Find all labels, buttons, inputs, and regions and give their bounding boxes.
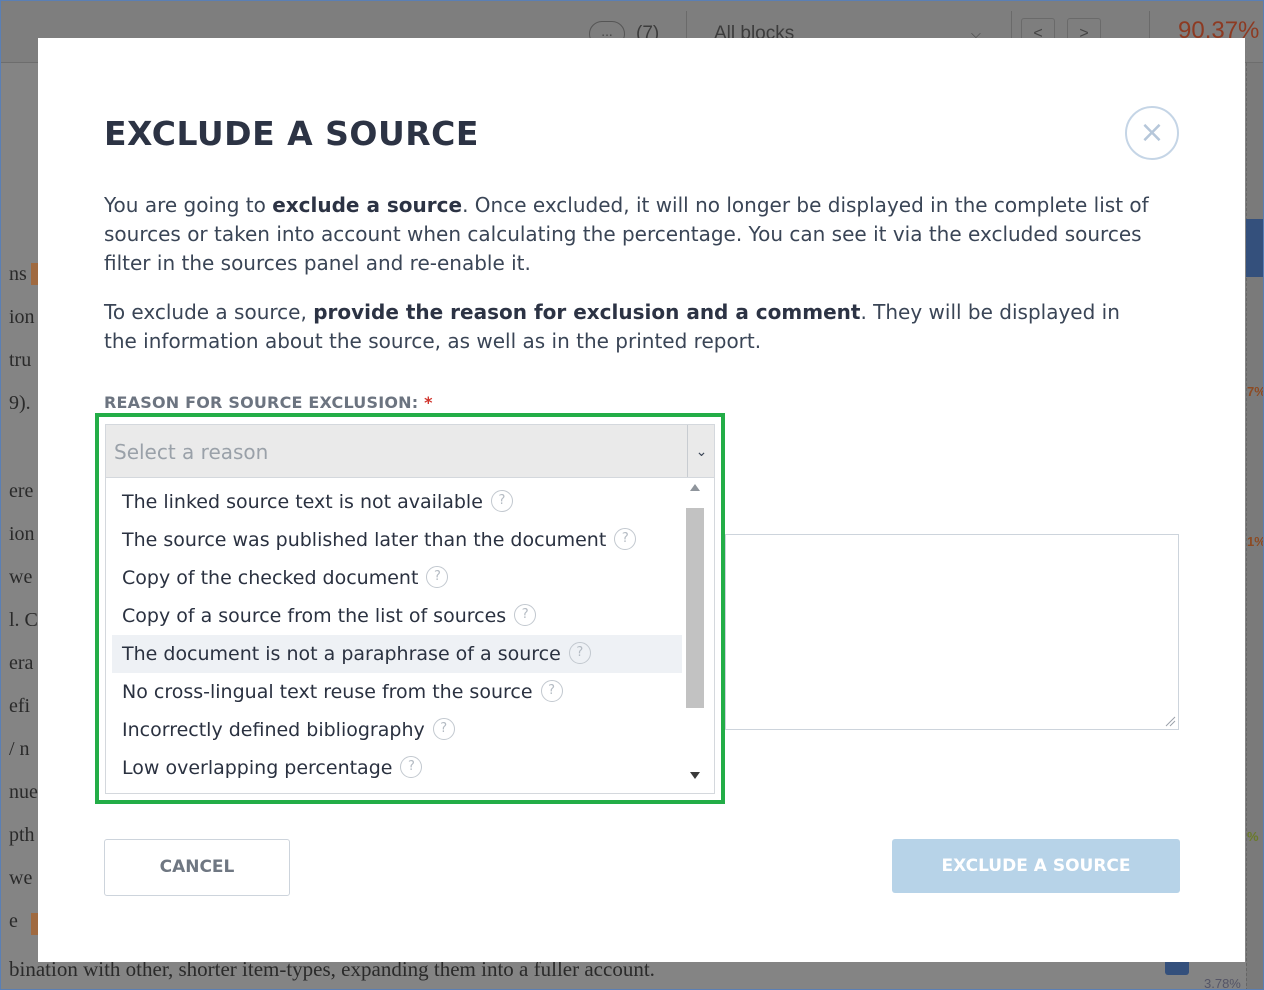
source-percent: 7% [1247, 384, 1264, 399]
resize-grip-icon[interactable] [1164, 715, 1176, 727]
reason-field-label: REASON FOR SOURCE EXCLUSION: * [104, 393, 433, 412]
reason-option-label: Low overlapping percentage [122, 757, 393, 779]
document-text-fragment: pth [9, 824, 35, 846]
scrollbar-thumb[interactable] [686, 508, 704, 708]
help-icon[interactable]: ? [490, 489, 513, 512]
description-text: You are going to [104, 193, 273, 217]
help-icon[interactable]: ? [540, 679, 563, 702]
dialog-instructions: To exclude a source, provide the reason … [104, 298, 1154, 356]
reason-option[interactable]: Copy of the checked document? [112, 559, 682, 597]
document-text-fragment: 9). [9, 392, 31, 414]
source-percent: 3.78% [1204, 976, 1241, 990]
document-text-fragment: ion [9, 523, 35, 545]
reason-options-list: The linked source text is not available?… [105, 478, 715, 794]
description-emphasis: exclude a source [272, 193, 463, 217]
dialog-description: You are going to exclude a source. Once … [104, 191, 1154, 278]
close-button[interactable]: × [1125, 106, 1179, 160]
reason-option-label: Incorrectly defined bibliography [122, 719, 425, 741]
document-text-fragment: we [9, 566, 33, 588]
scroll-up-arrow-icon[interactable] [690, 484, 700, 491]
document-text-fragment: / n [9, 738, 30, 760]
sources-panel-edge [1246, 63, 1263, 989]
document-text-fragment: l. C [9, 609, 38, 631]
document-text-fragment: ion [9, 306, 35, 328]
exclude-source-button[interactable]: EXCLUDE A SOURCE [892, 839, 1180, 893]
document-text-fragment: efi [9, 695, 31, 717]
reason-option[interactable]: Copy of a source from the list of source… [112, 597, 682, 635]
reason-select[interactable]: Select a reason ⌄ [105, 424, 715, 478]
reason-option[interactable]: The linked source text is not available? [112, 483, 682, 521]
document-text-fragment: ere [9, 480, 34, 502]
document-text-fragment: era [9, 652, 34, 674]
reason-option[interactable]: The source was published later than the … [112, 521, 682, 559]
reason-option-label: The document is not a paraphrase of a so… [122, 643, 561, 665]
cancel-button[interactable]: CANCEL [104, 839, 290, 896]
required-mark: * [424, 393, 433, 412]
reason-select-placeholder: Select a reason [114, 440, 269, 464]
document-text-fragment: tru [9, 349, 32, 371]
sources-panel-active-item [1246, 219, 1263, 277]
chevron-down-icon[interactable]: ⌄ [688, 425, 715, 477]
reason-option-label: No cross-lingual text reuse from the sou… [122, 681, 533, 703]
help-icon[interactable]: ? [432, 717, 455, 740]
exclude-source-dialog: EXCLUDE A SOURCE × You are going to excl… [38, 38, 1245, 962]
reason-label-text: REASON FOR SOURCE EXCLUSION: [104, 393, 419, 412]
source-percent: % [1247, 829, 1259, 844]
reason-option-label: Copy of a source from the list of source… [122, 605, 507, 627]
reason-option[interactable]: Incorrectly defined bibliography? [112, 711, 682, 749]
help-icon[interactable]: ? [514, 603, 537, 626]
reason-option-label: The source was published later than the … [122, 529, 607, 551]
source-percent: 1% [1247, 534, 1264, 549]
instructions-text: To exclude a source, [104, 300, 314, 324]
options-scrollbar[interactable] [686, 484, 706, 786]
close-icon: × [1139, 115, 1165, 150]
comment-textarea[interactable] [725, 534, 1179, 730]
help-icon[interactable]: ? [426, 565, 449, 588]
reason-option[interactable]: No cross-lingual text reuse from the sou… [112, 673, 682, 711]
dialog-title: EXCLUDE A SOURCE [104, 114, 479, 153]
document-text-fragment: we [9, 867, 33, 889]
document-text-fragment: ns [9, 263, 27, 285]
reason-option-label: The linked source text is not available [122, 491, 483, 513]
help-icon[interactable]: ? [614, 527, 637, 550]
help-icon[interactable]: ? [400, 755, 423, 778]
reason-option[interactable]: Low overlapping percentage? [112, 749, 682, 787]
reason-option-label: Copy of the checked document [122, 567, 419, 589]
help-icon[interactable]: ? [568, 641, 591, 664]
scroll-down-arrow-icon[interactable] [690, 772, 700, 779]
document-text-fragment: e [9, 910, 18, 932]
instructions-emphasis: provide the reason for exclusion and a c… [313, 300, 861, 324]
reason-option-hovered[interactable]: The document is not a paraphrase of a so… [112, 635, 682, 673]
document-text-fragment: nue [9, 781, 38, 803]
